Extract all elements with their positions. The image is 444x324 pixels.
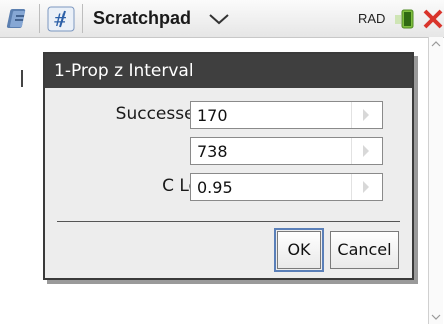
prop-z-interval-dialog: 1-Prop z Interval Successes, x: 170 n: 7… [43, 52, 414, 280]
successes-input[interactable]: 170 [190, 101, 383, 129]
scratchpad-app-icon[interactable]: # [46, 5, 76, 33]
n-input[interactable]: 738 [190, 137, 383, 165]
angle-mode-indicator: RAD [358, 11, 386, 26]
field-row-c-level: C Level: 0.95 [45, 170, 412, 204]
ok-button[interactable]: OK [274, 228, 324, 272]
field-row-successes: Successes, x: 170 [45, 98, 412, 132]
field-arrow-icon [363, 145, 369, 157]
n-value[interactable]: 738 [197, 142, 228, 161]
field-arrow-icon [363, 109, 369, 121]
field-arrow-button[interactable] [351, 138, 382, 164]
toolbar-separator [82, 4, 83, 33]
field-arrow-button[interactable] [351, 174, 382, 200]
scroll-up-icon[interactable] [431, 39, 441, 49]
field-arrow-icon [363, 181, 369, 193]
toolbar-separator [39, 4, 40, 33]
battery-icon [395, 9, 414, 29]
scrollbar[interactable] [428, 37, 443, 324]
documents-icon[interactable] [6, 7, 32, 31]
successes-value[interactable]: 170 [197, 106, 228, 125]
dialog-divider [57, 221, 400, 222]
dialog-title: 1-Prop z Interval [45, 54, 412, 88]
top-toolbar: # Scratchpad RAD [0, 0, 444, 38]
svg-text:#: # [53, 11, 67, 31]
c-level-input[interactable]: 0.95 [190, 173, 383, 201]
text-cursor [21, 70, 23, 87]
app-title[interactable]: Scratchpad [93, 8, 191, 29]
cancel-button[interactable]: Cancel [330, 231, 399, 269]
field-row-n: n: 738 [45, 134, 412, 168]
scroll-down-icon[interactable] [431, 312, 441, 322]
close-icon[interactable] [421, 5, 444, 33]
field-arrow-button[interactable] [351, 102, 382, 128]
c-level-value[interactable]: 0.95 [197, 178, 233, 197]
chevron-down-icon[interactable] [208, 12, 230, 26]
